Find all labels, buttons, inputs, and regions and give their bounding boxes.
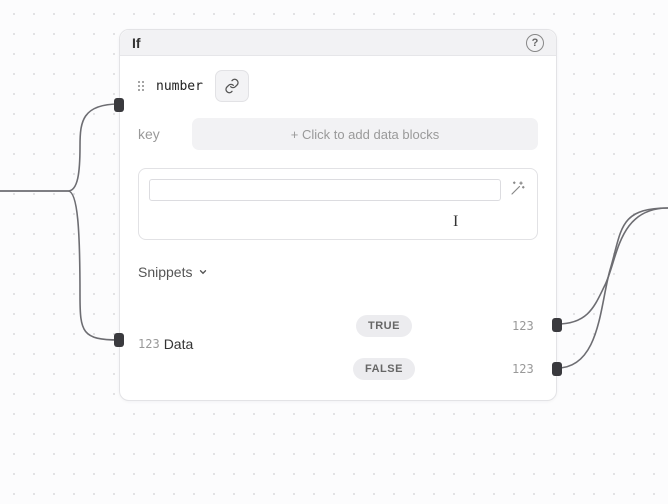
output-port-true[interactable] (552, 318, 562, 332)
outputs-area: 123 Data TRUE 123 FALSE 123 (138, 310, 538, 382)
add-data-blocks-button[interactable]: + Click to add data blocks (192, 118, 538, 150)
magic-wand-icon[interactable] (509, 179, 527, 197)
if-node[interactable]: If ? number key + Click to add data bloc… (119, 29, 557, 401)
input-port-number[interactable] (114, 98, 124, 112)
key-row: key + Click to add data blocks (138, 118, 538, 150)
text-caret-icon: I (453, 213, 458, 231)
false-branch-type: 123 (512, 362, 534, 376)
snippets-dropdown[interactable]: Snippets (138, 264, 538, 280)
node-title: If (132, 35, 141, 51)
node-header[interactable]: If ? (120, 30, 556, 56)
input-port-data[interactable] (114, 333, 124, 347)
input-param-name: number (156, 79, 203, 94)
expression-area[interactable]: I (138, 168, 538, 240)
snippets-label: Snippets (138, 264, 192, 280)
true-branch-pill[interactable]: TRUE (356, 315, 412, 337)
node-editor-canvas[interactable]: If ? number key + Click to add data bloc… (0, 0, 668, 504)
node-body: number key + Click to add data blocks I (120, 56, 556, 400)
output-port-false[interactable] (552, 362, 562, 376)
link-button[interactable] (215, 70, 249, 102)
false-branch-pill[interactable]: FALSE (353, 358, 415, 380)
key-label: key (138, 126, 178, 142)
input-param-row: number (138, 70, 538, 102)
drag-handle-icon[interactable] (138, 81, 144, 91)
true-branch-type: 123 (512, 319, 534, 333)
chevron-down-icon (198, 267, 208, 277)
data-output-label: Data (164, 336, 194, 352)
data-output-type: 123 (138, 337, 160, 351)
help-icon[interactable]: ? (526, 34, 544, 52)
data-output: 123 Data (138, 336, 193, 352)
link-icon (224, 78, 240, 94)
expression-input[interactable] (149, 179, 501, 201)
